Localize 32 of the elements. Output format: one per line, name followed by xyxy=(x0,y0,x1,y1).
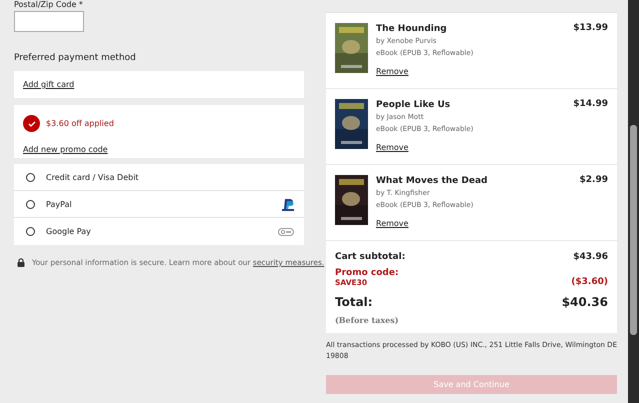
postal-code-field[interactable] xyxy=(14,11,84,32)
payment-option-label: Google Pay xyxy=(46,227,92,236)
section-title: Preferred payment method xyxy=(14,53,137,65)
promo-label: Promo code: xyxy=(335,268,399,278)
remove-link[interactable]: Remove xyxy=(376,67,408,76)
radio-button[interactable] xyxy=(26,172,35,182)
paypal-icon xyxy=(282,198,294,210)
book-title: People Like Us xyxy=(376,99,452,111)
google-pay-icon xyxy=(278,228,294,236)
book-price: $2.99 xyxy=(580,175,608,187)
tax-note: (Before taxes) xyxy=(335,315,400,325)
book-title: What Moves the Dead xyxy=(376,175,488,187)
payment-option-label: Credit card / Visa Debit xyxy=(46,172,140,182)
remove-link[interactable]: Remove xyxy=(376,219,408,228)
book-price: $14.99 xyxy=(573,99,608,111)
total-label: Total: xyxy=(335,295,373,309)
subtotal-label: Cart subtotal: xyxy=(335,252,406,262)
scrollbar[interactable] xyxy=(628,0,639,403)
radio-button[interactable] xyxy=(26,200,35,208)
promo-code-link[interactable]: Add new promo code xyxy=(23,145,108,154)
subtotal-value: $43.96 xyxy=(573,252,608,262)
lock-icon xyxy=(17,258,25,267)
promo-message: $3.60 off applied xyxy=(46,119,114,128)
total-value: $40.36 xyxy=(562,295,608,309)
promo-discount: ($3.60) xyxy=(571,277,608,287)
radio-button[interactable] xyxy=(26,227,35,236)
book-price: $13.99 xyxy=(573,23,608,35)
gift-card-link[interactable]: Add gift card xyxy=(23,80,74,89)
payment-option-label: PayPal xyxy=(46,200,73,208)
field-label: Postal/Zip Code * xyxy=(14,0,84,10)
remove-link[interactable]: Remove xyxy=(376,143,408,152)
book-title: The Hounding xyxy=(376,23,448,35)
